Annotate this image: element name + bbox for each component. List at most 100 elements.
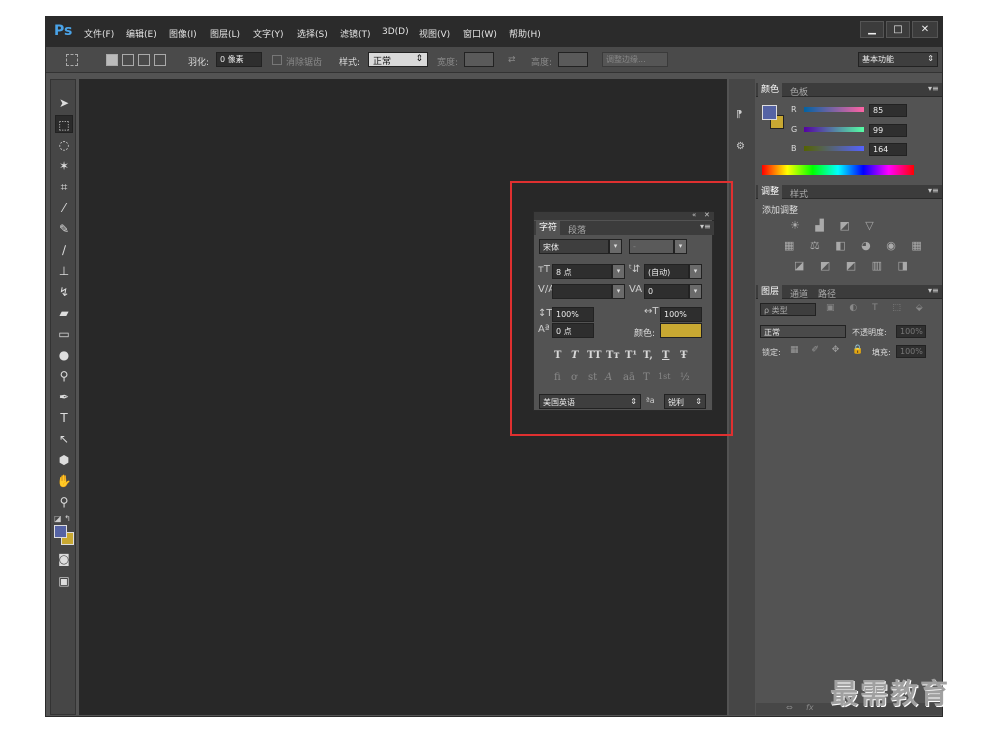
- crop-tool-icon[interactable]: ⌗: [55, 178, 73, 196]
- foreground-color-swatch[interactable]: [762, 105, 777, 120]
- history-icon[interactable]: ⁋: [736, 109, 742, 120]
- link-layers-icon[interactable]: ⇔: [786, 703, 793, 712]
- watermark-text: 最需教育: [830, 677, 951, 710]
- tools-panel: ➤ ⬚ ◌ ✶ ⌗ ⁄ ✎ ∕ ⊥ ↯ ▰ ▭ ● ⚲ ✒ T ↖ ⬢ ✋ ⚲ …: [50, 79, 76, 715]
- workspace-value: 基本功能: [862, 55, 894, 64]
- pen-tool-icon[interactable]: ✒: [55, 388, 73, 406]
- tab-paths[interactable]: 路径: [818, 287, 836, 300]
- blend-mode-select[interactable]: 正常: [760, 325, 846, 338]
- color-spectrum-bar[interactable]: [762, 165, 914, 175]
- type-tool-icon[interactable]: T: [55, 409, 73, 427]
- refine-edge-button[interactable]: 调整边缘...: [602, 52, 668, 67]
- menu-view[interactable]: 视图(V): [419, 27, 450, 40]
- marquee-preset-icon[interactable]: [66, 54, 78, 66]
- menu-type[interactable]: 文字(Y): [253, 27, 284, 40]
- g-slider[interactable]: [804, 127, 864, 132]
- menu-bar: Ps 文件(F) 编辑(E) 图像(I) 图层(L) 文字(Y) 选择(S) 滤…: [46, 17, 942, 47]
- blur-tool-icon[interactable]: ●: [55, 346, 73, 364]
- b-slider[interactable]: [804, 146, 864, 151]
- tab-styles[interactable]: 样式: [790, 187, 808, 200]
- style-select[interactable]: 正常 ⇕: [368, 52, 428, 67]
- antialias-label: 消除锯齿: [286, 58, 323, 68]
- healing-brush-tool-icon[interactable]: ✎: [55, 220, 73, 238]
- intersect-selection-icon[interactable]: [154, 54, 166, 66]
- dodge-tool-icon[interactable]: ⚲: [55, 367, 73, 385]
- width-input[interactable]: [464, 52, 494, 67]
- style-select-value: 正常: [373, 57, 392, 67]
- magic-wand-tool-icon[interactable]: ✶: [55, 157, 73, 175]
- quick-mask-icon[interactable]: ◙: [55, 550, 73, 568]
- lasso-tool-icon[interactable]: ◌: [55, 136, 73, 154]
- fx-icon[interactable]: fx: [806, 703, 814, 712]
- color-panel-tabs: 颜色 色板 ▾≡: [756, 83, 942, 98]
- opacity-input[interactable]: 100%: [896, 325, 926, 338]
- swap-icon[interactable]: ⇄: [508, 55, 516, 65]
- b-input[interactable]: 164: [869, 143, 907, 156]
- gradient-tool-icon[interactable]: ▭: [55, 325, 73, 343]
- menu-window[interactable]: 窗口(W): [463, 27, 497, 40]
- clone-stamp-tool-icon[interactable]: ⊥: [55, 262, 73, 280]
- layers-list[interactable]: [756, 365, 938, 703]
- zoom-tool-icon[interactable]: ⚲: [55, 493, 73, 511]
- panel-menu-icon[interactable]: ▾≡: [928, 286, 939, 295]
- new-selection-icon[interactable]: [106, 54, 118, 66]
- adjustment-icons-row-2[interactable]: ▦ ⚖ ◧ ◕ ◉ ▦: [784, 239, 928, 252]
- subtract-selection-icon[interactable]: [138, 54, 150, 66]
- foreground-color-swatch[interactable]: [54, 525, 67, 538]
- photoshop-window: Ps 文件(F) 编辑(E) 图像(I) 图层(L) 文字(Y) 选择(S) 滤…: [45, 16, 943, 717]
- menu-3d[interactable]: 3D(D): [382, 27, 409, 37]
- close-button[interactable]: ✕: [912, 21, 938, 38]
- screen-mode-icon[interactable]: ▣: [55, 572, 73, 590]
- properties-icon[interactable]: ⚙: [736, 141, 745, 152]
- antialias-checkbox[interactable]: [272, 55, 282, 65]
- r-label: R: [791, 105, 797, 114]
- menu-edit[interactable]: 编辑(E): [126, 27, 157, 40]
- menu-layer[interactable]: 图层(L): [210, 27, 240, 40]
- ps-logo: Ps: [54, 23, 73, 39]
- path-selection-tool-icon[interactable]: ↖: [55, 430, 73, 448]
- fill-label: 填充:: [872, 348, 891, 357]
- g-label: G: [791, 125, 798, 134]
- layer-filter-icons[interactable]: ▣ ◐ T ⬚ ⬙: [826, 303, 929, 313]
- g-input[interactable]: 99: [869, 124, 907, 137]
- marquee-tool-icon[interactable]: ⬚: [55, 115, 73, 133]
- default-colors-icon[interactable]: ◪ ↰: [54, 514, 71, 523]
- layer-filter-select[interactable]: ρ 类型: [760, 303, 816, 316]
- adjustment-icons-row-3[interactable]: ◪ ◩ ◩ ▥ ◨: [794, 259, 914, 272]
- highlight-box: [510, 181, 733, 436]
- lock-icons[interactable]: ▦ ✐ ✥ 🔒: [790, 345, 868, 355]
- tab-adjustments[interactable]: 调整: [758, 185, 783, 199]
- adjustment-icons-row-1[interactable]: ☀ ▟ ◩ ▽: [790, 219, 880, 232]
- shape-tool-icon[interactable]: ⬢: [55, 451, 73, 469]
- menu-help[interactable]: 帮助(H): [509, 27, 541, 40]
- eyedropper-tool-icon[interactable]: ⁄: [55, 199, 73, 217]
- tab-swatches[interactable]: 色板: [790, 85, 808, 98]
- brush-tool-icon[interactable]: ∕: [55, 241, 73, 259]
- panel-menu-icon[interactable]: ▾≡: [928, 186, 939, 195]
- adjust-panel-tabs: 调整 样式 ▾≡: [756, 185, 942, 200]
- right-panels: 颜色 色板 ▾≡ R 85 G 99 B 164 调整 样式 ▾≡ 添加调整 ☀…: [756, 79, 942, 715]
- hand-tool-icon[interactable]: ✋: [55, 472, 73, 490]
- minimize-button[interactable]: ▁: [860, 21, 884, 38]
- menu-filter[interactable]: 滤镜(T): [340, 27, 371, 40]
- panel-menu-icon[interactable]: ▾≡: [928, 84, 939, 93]
- menu-image[interactable]: 图像(I): [169, 27, 197, 40]
- r-input[interactable]: 85: [869, 104, 907, 117]
- tab-color[interactable]: 颜色: [758, 83, 783, 97]
- tab-layers[interactable]: 图层: [758, 285, 783, 299]
- menu-select[interactable]: 选择(S): [297, 27, 328, 40]
- chevron-updown-icon: ⇕: [927, 54, 934, 63]
- menu-file[interactable]: 文件(F): [84, 27, 114, 40]
- eraser-tool-icon[interactable]: ▰: [55, 304, 73, 322]
- maximize-button[interactable]: □: [886, 21, 910, 38]
- r-slider[interactable]: [804, 107, 864, 112]
- add-selection-icon[interactable]: [122, 54, 134, 66]
- history-brush-tool-icon[interactable]: ↯: [55, 283, 73, 301]
- move-tool-icon[interactable]: ➤: [55, 94, 73, 112]
- workspace-select[interactable]: 基本功能 ⇕: [858, 52, 938, 67]
- height-input[interactable]: [558, 52, 588, 67]
- feather-input[interactable]: 0 像素: [216, 52, 262, 67]
- tab-channels[interactable]: 通道: [790, 287, 808, 300]
- fill-input[interactable]: 100%: [896, 345, 926, 358]
- lock-label: 锁定:: [762, 348, 781, 357]
